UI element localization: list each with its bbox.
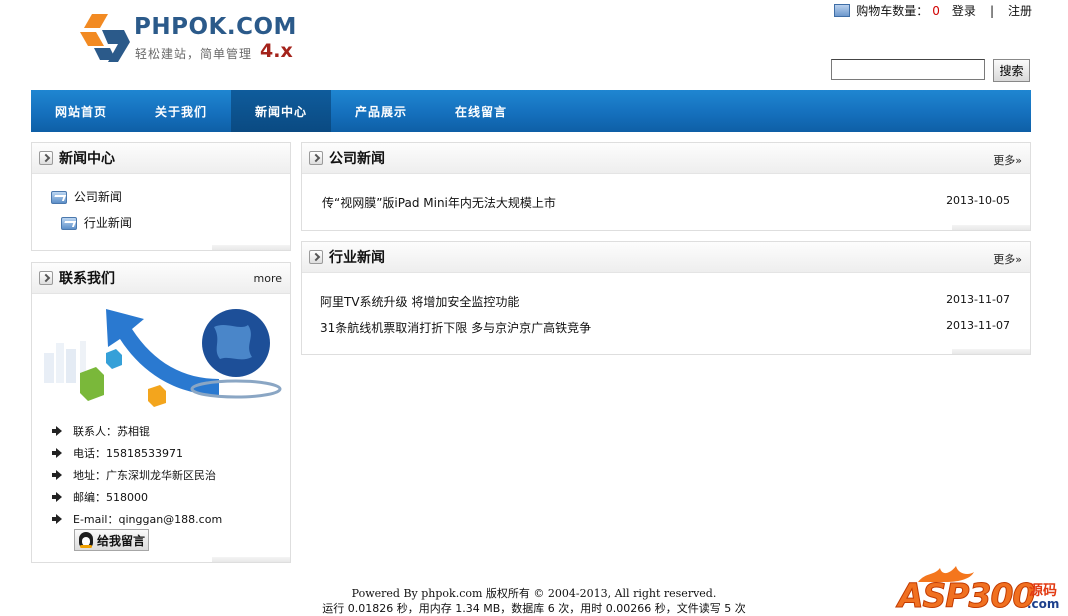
nav-item-home[interactable]: 网站首页 <box>31 90 131 132</box>
arrow-right-icon <box>309 151 323 165</box>
category-label[interactable]: 公司新闻 <box>74 190 122 204</box>
folder-icon <box>61 217 77 230</box>
category-item-company[interactable]: 公司新闻 <box>51 188 122 205</box>
contact-list: 联系人：苏相锟 电话：15818533971 地址：广东深圳龙华新区民治 邮编：… <box>52 420 222 530</box>
news-title-link[interactable]: 阿里TV系统升级 将增加安全监控功能 <box>320 293 519 310</box>
arrow-bullet-icon <box>52 426 62 436</box>
contact-more-link[interactable]: more <box>254 272 283 285</box>
arrow-right-icon <box>39 271 53 285</box>
search-input[interactable] <box>831 59 985 80</box>
asp300-watermark: ASP300 源码 .com <box>896 566 1062 616</box>
news-title-link[interactable]: 传“视网膜”版iPad Mini年内无法大规模上市 <box>322 194 556 211</box>
box-title: 公司新闻 <box>329 151 385 167</box>
box-title: 行业新闻 <box>329 250 385 266</box>
news-title-link[interactable]: 31条航线机票取消打折下限 多与京沪京广高铁竞争 <box>320 319 591 336</box>
category-item-industry[interactable]: 行业新闻 <box>61 214 132 231</box>
logo-version: 4.x <box>260 40 293 62</box>
arrow-bullet-icon <box>52 492 62 502</box>
box-footer-bar <box>212 245 290 250</box>
box-header: 新闻中心 <box>32 143 290 174</box>
contact-box: 联系我们 more 联系人：苏相锟 电话：15818533971 地址：广东深圳… <box>31 262 291 563</box>
search-button[interactable]: 搜索 <box>993 59 1030 82</box>
industry-news-box: 行业新闻 更多» 阿里TV系统升级 将增加安全监控功能 2013-11-07 3… <box>301 241 1031 355</box>
contact-person-text: 联系人：苏相锟 <box>73 425 150 438</box>
site-logo[interactable]: PHPOK.COM 轻松建站，简单管理 4.x <box>78 12 308 68</box>
contact-person: 联系人：苏相锟 <box>52 420 222 442</box>
watermark-text: ASP300 <box>897 576 1035 616</box>
arrow-bullet-icon <box>52 470 62 480</box>
contact-email-text[interactable]: E-mail：qinggan@188.com <box>73 511 222 527</box>
main-nav: 网站首页 关于我们 新闻中心 产品展示 在线留言 <box>31 90 1031 132</box>
box-header: 公司新闻 更多» <box>302 143 1030 174</box>
leave-message-button[interactable]: 给我留言 <box>74 529 149 551</box>
contact-address-text: 地址：广东深圳龙华新区民治 <box>73 469 216 482</box>
contact-address: 地址：广东深圳龙华新区民治 <box>52 464 222 486</box>
cart-label[interactable]: 购物车数量： <box>856 2 928 19</box>
folder-icon <box>51 191 67 204</box>
contact-illustration <box>44 309 282 407</box>
nav-item-news[interactable]: 新闻中心 <box>231 90 331 132</box>
contact-postcode: 邮编：518000 <box>52 486 222 508</box>
news-category-box: 新闻中心 公司新闻 行业新闻 <box>31 142 291 251</box>
contact-phone-text: 电话：15818533971 <box>73 447 183 460</box>
search-bar: 搜索 <box>831 59 1030 82</box>
logo-tagline: 轻松建站，简单管理 <box>135 47 253 61</box>
logo-mark-icon <box>80 14 130 62</box>
contact-postcode-text: 邮编：518000 <box>73 491 148 504</box>
arrow-bullet-icon <box>52 514 62 524</box>
top-user-bar: 购物车数量： 0 登录 | 注册 <box>834 2 1032 19</box>
box-footer-bar <box>952 225 1030 230</box>
watermark-domain: .com <box>1027 597 1060 611</box>
company-news-more-link[interactable]: 更多» <box>993 152 1022 168</box>
logo-title: PHPOK.COM <box>134 14 297 40</box>
box-footer-bar <box>952 349 1030 354</box>
box-header: 联系我们 more <box>32 263 290 294</box>
list-item: 传“视网膜”版iPad Mini年内无法大规模上市 2013-10-05 <box>322 194 1010 211</box>
nav-item-about[interactable]: 关于我们 <box>131 90 231 132</box>
list-item: 31条航线机票取消打折下限 多与京沪京广高铁竞争 2013-11-07 <box>320 319 1010 336</box>
arrow-bullet-icon <box>52 448 62 458</box>
box-header: 行业新闻 更多» <box>302 242 1030 273</box>
arrow-right-icon <box>309 250 323 264</box>
arrow-right-icon <box>39 151 53 165</box>
contact-email: E-mail：qinggan@188.com <box>52 508 222 530</box>
shopping-cart-icon[interactable] <box>834 4 851 17</box>
news-date: 2013-11-07 <box>946 319 1010 332</box>
link-separator: | <box>989 3 994 18</box>
register-link[interactable]: 注册 <box>1008 2 1032 19</box>
category-label[interactable]: 行业新闻 <box>84 216 132 230</box>
industry-news-more-link[interactable]: 更多» <box>993 251 1022 267</box>
leave-message-label: 给我留言 <box>97 533 146 548</box>
news-date: 2013-10-05 <box>946 194 1010 207</box>
list-item: 阿里TV系统升级 将增加安全监控功能 2013-11-07 <box>320 293 1010 310</box>
qq-penguin-icon <box>79 532 93 548</box>
company-news-box: 公司新闻 更多» 传“视网膜”版iPad Mini年内无法大规模上市 2013-… <box>301 142 1031 231</box>
news-date: 2013-11-07 <box>946 293 1010 306</box>
box-title: 新闻中心 <box>59 151 115 167</box>
box-footer-bar <box>212 557 290 562</box>
contact-phone: 电话：15818533971 <box>52 442 222 464</box>
cart-count[interactable]: 0 <box>932 4 940 18</box>
nav-item-products[interactable]: 产品展示 <box>331 90 431 132</box>
box-title: 联系我们 <box>59 271 115 287</box>
nav-item-guestbook[interactable]: 在线留言 <box>431 90 531 132</box>
login-link[interactable]: 登录 <box>952 2 976 19</box>
